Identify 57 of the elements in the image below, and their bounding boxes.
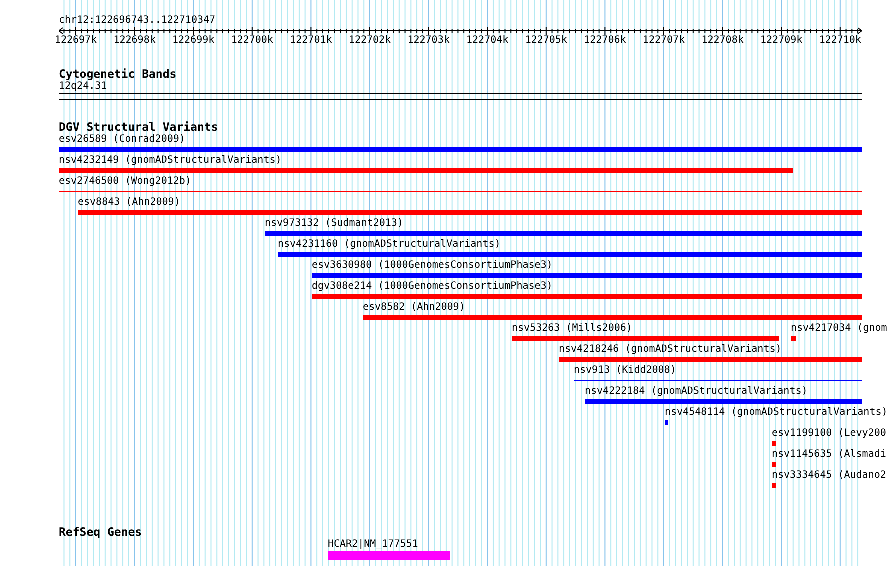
variant-bar[interactable] <box>312 273 862 278</box>
tick-label: 122702k <box>348 35 392 47</box>
variant-bar[interactable] <box>791 336 796 341</box>
tick-label: 122705k <box>525 35 568 47</box>
band-label: 12q24.31 <box>59 81 108 93</box>
track-title: RefSeq Genes <box>59 526 144 539</box>
tick-label: 122707k <box>642 35 686 47</box>
variant-label: nsv4232149 (gnomADStructuralVariants) <box>59 155 282 167</box>
variant-label: nsv4218246 (gnomADStructuralVariants) <box>559 344 782 356</box>
variant-bar[interactable] <box>59 168 793 173</box>
variant-label: esv26589 (Conrad2009) <box>59 134 186 146</box>
tick-label: 122697k <box>54 35 98 47</box>
variant-label: nsv1145635 (Alsmadi <box>772 449 886 461</box>
variant-label: nsv4217034 (gnom <box>791 323 888 335</box>
tick-label: 122699k <box>172 35 215 47</box>
variant-bar[interactable] <box>772 441 776 446</box>
track-title: DGV Structural Variants <box>59 121 220 134</box>
variant-label: dgv308e214 (1000GenomesConsortiumPhase3) <box>312 281 553 293</box>
tick-label: 122706k <box>584 35 626 47</box>
variant-label: esv8582 (Ahn2009) <box>363 302 466 314</box>
variant-label: nsv4231160 (gnomADStructuralVariants) <box>278 239 501 251</box>
variant-label: esv1199100 (Levy200 <box>772 428 886 440</box>
variant-line[interactable] <box>574 380 862 381</box>
variant-bar[interactable] <box>363 315 862 320</box>
variant-label: nsv3334645 (Audano2 <box>772 470 886 482</box>
variant-bar[interactable] <box>772 483 776 488</box>
tick-label: 122700k <box>231 35 274 47</box>
variant-bar[interactable] <box>772 462 776 467</box>
gene-bar[interactable] <box>328 551 450 560</box>
tick-label: 122710k <box>819 35 862 47</box>
tick-label: 122701k <box>290 35 332 47</box>
variant-label: esv2746500 (Wong2012b) <box>59 176 192 188</box>
variant-bar[interactable] <box>78 210 862 215</box>
variant-label: nsv4222184 (gnomADStructuralVariants) <box>585 386 808 398</box>
variant-bar[interactable] <box>585 399 862 404</box>
variant-label: esv8843 (Ahn2009) <box>78 197 180 209</box>
gene-label: HCAR2|NM_177551 <box>328 539 418 551</box>
variant-line[interactable] <box>59 191 862 192</box>
variant-bar[interactable] <box>312 294 862 299</box>
tick-label: 122709k <box>760 35 803 47</box>
variant-bar[interactable] <box>59 147 862 152</box>
variant-label: nsv53263 (Mills2006) <box>512 323 632 335</box>
variant-bar[interactable] <box>559 357 862 362</box>
tick-label: 122708k <box>702 35 744 47</box>
variant-label: nsv913 (Kidd2008) <box>574 365 676 377</box>
variant-label: esv3630980 (1000GenomesConsortiumPhase3) <box>312 260 553 272</box>
tick-label: 122704k <box>466 35 509 47</box>
variant-bar[interactable] <box>278 252 862 257</box>
variant-bar[interactable] <box>512 336 779 341</box>
tick-label: 122698k <box>114 35 156 47</box>
variant-bar[interactable] <box>665 420 668 425</box>
variant-label: nsv973132 (Sudmant2013) <box>265 218 404 230</box>
location-label: chr12:122696743..122710347 <box>59 15 217 27</box>
variant-bar[interactable] <box>265 231 862 236</box>
tick-label: 122703k <box>408 35 450 47</box>
track-title: Cytogenetic Bands <box>59 68 178 81</box>
variant-label: nsv4548114 (gnomADStructuralVariants) <box>665 407 888 419</box>
